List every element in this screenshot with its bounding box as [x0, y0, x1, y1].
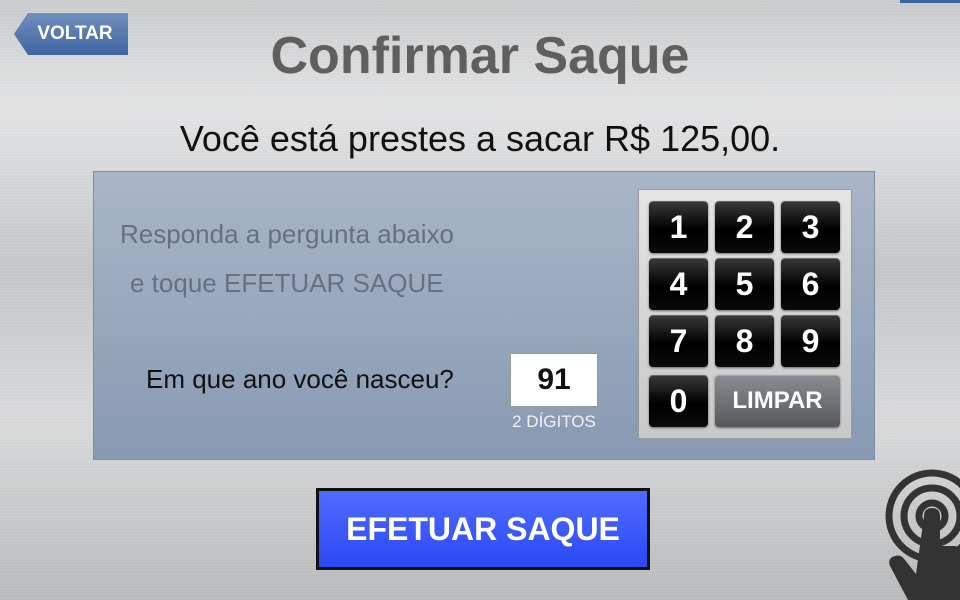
key-8[interactable]: 8: [715, 315, 774, 367]
numeric-keypad: 1 2 3 4 5 6 7 8 9 0 LIMPAR: [638, 189, 852, 439]
instructions: Responda a pergunta abaixo e toque EFETU…: [120, 210, 540, 308]
touch-hand-icon: [885, 469, 960, 600]
security-question-label: Em que ano você nasceu?: [146, 364, 454, 394]
key-0[interactable]: 0: [649, 375, 708, 427]
withdraw-button-label: EFETUAR SAQUE: [346, 510, 620, 547]
withdraw-button[interactable]: EFETUAR SAQUE: [316, 488, 650, 570]
withdrawal-amount-message: Você está prestes a sacar R$ 125,00.: [179, 118, 781, 159]
security-answer-field[interactable]: 91: [510, 353, 598, 407]
key-1[interactable]: 1: [649, 201, 708, 253]
instructions-line-1: Responda a pergunta abaixo: [120, 219, 454, 249]
key-4[interactable]: 4: [649, 258, 708, 310]
key-5[interactable]: 5: [715, 258, 774, 310]
clear-button[interactable]: LIMPAR: [715, 375, 840, 427]
key-9[interactable]: 9: [781, 315, 840, 367]
key-2[interactable]: 2: [715, 201, 774, 253]
page-title: Confirmar Saque: [270, 27, 690, 85]
answer-digits-hint: 2 DÍGITOS: [512, 412, 596, 431]
top-right-accent: [900, 0, 960, 3]
key-7[interactable]: 7: [649, 315, 708, 367]
key-6[interactable]: 6: [781, 258, 840, 310]
instructions-line-2: e toque EFETUAR SAQUE: [130, 268, 444, 298]
key-3[interactable]: 3: [781, 201, 840, 253]
